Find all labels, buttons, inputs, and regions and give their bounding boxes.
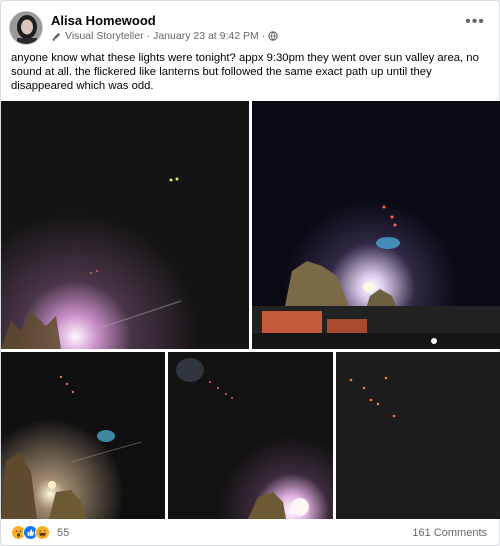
post-photo-3[interactable] [1, 352, 165, 519]
post-photo-1[interactable] [1, 101, 249, 349]
post-caption: anyone know what these lights were tonig… [11, 52, 479, 92]
comments-count-link[interactable]: 161 Comments [412, 527, 487, 539]
reactions-summary[interactable]: 55 [11, 525, 69, 540]
photo-grid [1, 101, 500, 519]
globe-icon [268, 31, 278, 41]
post-photo-2[interactable] [252, 101, 500, 349]
post-meta: Visual Storyteller · January 23 at 9:42 … [51, 30, 278, 42]
post-photo-5[interactable] [336, 352, 500, 519]
post-footer: 55 161 Comments [11, 525, 489, 543]
author-badge[interactable]: Visual Storyteller [65, 30, 144, 42]
avatar[interactable] [9, 11, 43, 45]
post-header: Alisa Homewood Visual Storyteller · Janu… [9, 11, 491, 49]
meta-separator: · [146, 30, 151, 42]
meta-separator: · [261, 30, 266, 42]
author-name[interactable]: Alisa Homewood [51, 13, 156, 28]
reaction-count: 55 [57, 526, 70, 539]
haha-reaction-icon [35, 525, 50, 540]
visual-storyteller-badge-icon [51, 31, 62, 42]
facebook-post: Alisa Homewood Visual Storyteller · Janu… [0, 0, 500, 546]
post-timestamp[interactable]: January 23 at 9:42 PM [153, 30, 259, 42]
more-options-icon[interactable]: ••• [463, 14, 487, 33]
post-photo-4[interactable] [168, 352, 333, 519]
